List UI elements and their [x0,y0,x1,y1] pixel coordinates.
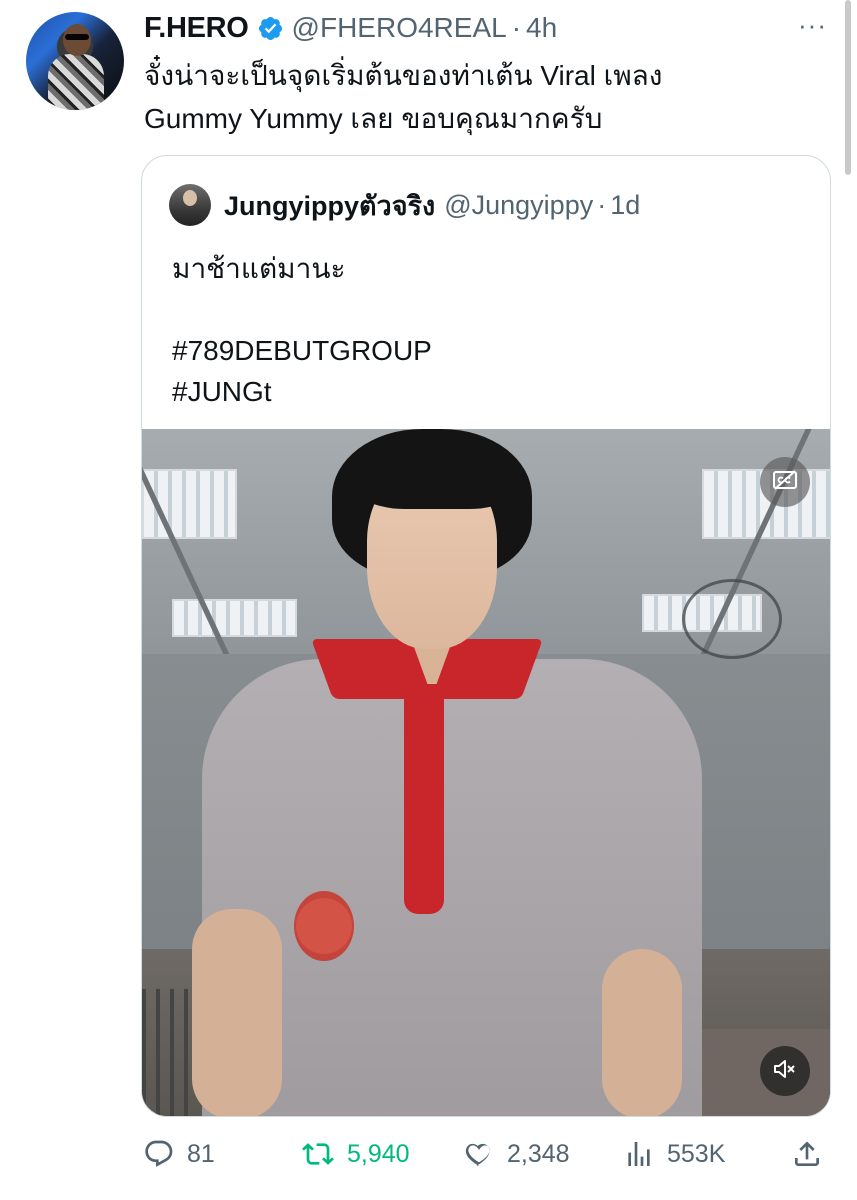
avatar-figure-head [63,24,91,56]
more-options-icon[interactable]: ··· [798,10,827,41]
closed-captions-off-icon [772,469,798,496]
video-person-placket [404,684,444,914]
quoted-author-display-name[interactable]: Jungyippyตัวจริง [224,184,435,227]
views-bar-chart-icon [623,1138,655,1170]
hashtag-link[interactable]: #JUNGt [172,371,802,412]
quoted-author-handle[interactable]: @Jungyippy [444,190,593,221]
hashtag-link[interactable]: #789DEBUTGROUP [172,330,802,371]
tweet-text-line: จั๋งน่าจะเป็นจุดเริ่มต้นของท่าเต้น Viral… [144,60,663,91]
reply-count: 81 [187,1139,215,1168]
video-person-arm [602,949,682,1116]
heart-icon [463,1138,495,1170]
avatar-figure-body [48,54,104,110]
views-button[interactable]: 553K [623,1128,725,1180]
reply-button[interactable]: 81 [143,1128,215,1180]
quoted-tweet-timestamp[interactable]: 1d [610,190,640,221]
closed-captions-button[interactable] [760,457,810,507]
video-scene-fan [682,579,782,659]
tweet-timestamp[interactable]: 4h [526,12,557,44]
tweet-action-bar: 81 5,940 2,348 553K [141,1128,831,1180]
views-count: 553K [667,1139,726,1168]
verified-badge-icon [257,15,284,42]
tweet-text: จั๋งน่าจะเป็นจุดเริ่มต้นของท่าเต้น Viral… [144,54,804,140]
like-button[interactable]: 2,348 [463,1128,570,1180]
quoted-text-blank-line [172,289,802,330]
retweet-icon [301,1138,335,1170]
retweet-button[interactable]: 5,940 [301,1128,410,1180]
header-separator: · [511,12,522,43]
mute-toggle-button[interactable] [760,1046,810,1096]
share-button[interactable] [791,1128,823,1180]
scrollbar[interactable] [845,0,851,175]
share-upload-icon [791,1138,823,1170]
retweet-count: 5,940 [347,1139,410,1168]
video-person-emblem [294,891,354,961]
reply-icon [143,1138,175,1170]
author-display-name[interactable]: F.HERO [144,12,249,45]
video-person-arm [192,909,282,1116]
quoted-tweet-card[interactable]: Jungyippyตัวจริง @Jungyippy · 1d มาช้าแต… [141,155,831,1117]
video-player[interactable] [142,429,830,1116]
tweet-header: F.HERO @FHERO4REAL · 4h ··· [144,8,837,48]
quoted-author-avatar[interactable] [169,184,211,226]
video-person-bangs [357,439,517,509]
speaker-muted-icon [772,1058,798,1085]
tweet-text-line: Gummy Yummy เลย ขอบคุณมากครับ [144,103,603,134]
like-count: 2,348 [507,1139,570,1168]
author-avatar[interactable] [26,12,124,110]
quoted-tweet-text: มาช้าแต่มานะ #789DEBUTGROUP #JUNGt [172,248,802,412]
quoted-tweet-header: Jungyippyตัวจริง @Jungyippy · 1d [224,184,810,226]
avatar-sunglasses [65,34,89,40]
video-scene-chairs [142,989,192,1116]
quoted-header-separator: · [597,189,607,220]
video-scene-light [172,599,297,637]
author-handle[interactable]: @FHERO4REAL [292,12,507,44]
quoted-text-line: มาช้าแต่มานะ [172,253,346,284]
